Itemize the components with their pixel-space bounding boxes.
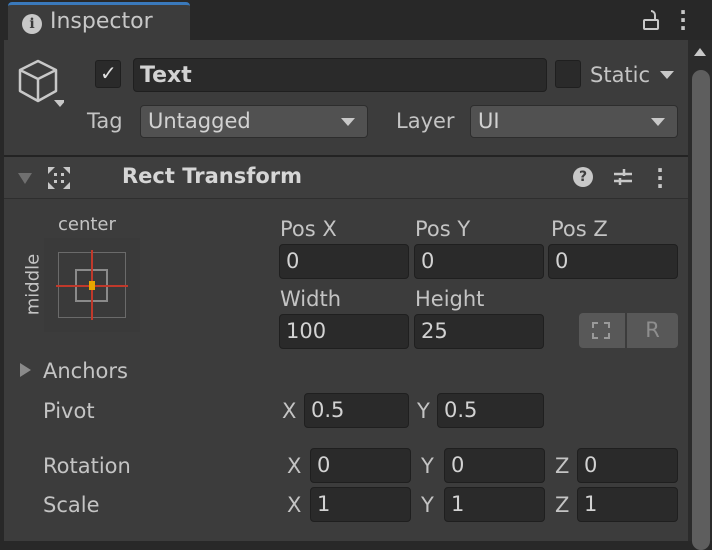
scale-x-label[interactable]: X: [287, 492, 301, 518]
anchors-foldout-icon[interactable]: [20, 363, 31, 377]
raw-edit-label: R: [645, 318, 660, 342]
chevron-down-icon: [660, 71, 674, 79]
rotation-x-input[interactable]: 0: [310, 448, 411, 483]
pivot-label: Pivot: [43, 399, 95, 423]
tab-inspector[interactable]: i Inspector: [8, 2, 190, 42]
pos-x-label: Pos X: [280, 217, 337, 241]
rotation-x-label[interactable]: X: [287, 453, 301, 479]
tag-label: Tag: [87, 109, 123, 133]
scale-z-input[interactable]: 1: [577, 487, 678, 522]
height-input[interactable]: 25: [414, 314, 544, 349]
rect-transform-icon: [48, 167, 70, 189]
rotation-z-label[interactable]: Z: [555, 453, 569, 479]
lock-icon[interactable]: [643, 10, 659, 30]
foldout-expanded-icon[interactable]: [18, 173, 32, 184]
scale-x-input[interactable]: 1: [310, 487, 411, 522]
gameobject-cube-icon[interactable]: [16, 58, 66, 113]
layer-value: UI: [478, 109, 500, 133]
pos-x-input[interactable]: 0: [279, 244, 409, 279]
height-label: Height: [415, 287, 485, 311]
rotation-y-input[interactable]: 0: [444, 448, 545, 483]
rotation-z-input[interactable]: 0: [577, 448, 678, 483]
static-dropdown[interactable]: Static: [590, 62, 680, 88]
anchor-vertical-label: middle: [22, 253, 44, 316]
static-label: Static: [590, 63, 651, 87]
pos-y-input[interactable]: 0: [414, 244, 544, 279]
help-icon[interactable]: ?: [573, 167, 593, 187]
checkmark-icon: ✓: [100, 61, 117, 85]
scroll-up-icon[interactable]: [694, 48, 706, 56]
scale-y-input[interactable]: 1: [444, 487, 545, 522]
more-menu-icon[interactable]: · · ·: [678, 2, 688, 38]
tab-title: Inspector: [50, 9, 153, 34]
raw-edit-button[interactable]: R: [627, 313, 678, 348]
layer-dropdown[interactable]: UI: [470, 105, 678, 138]
pivot-x-label[interactable]: X: [282, 398, 296, 424]
component-menu-icon[interactable]: · · ·: [655, 160, 665, 196]
chevron-down-icon: [651, 118, 665, 126]
anchor-presets-button[interactable]: [44, 238, 140, 332]
object-name-input[interactable]: Text: [133, 58, 547, 92]
presets-icon[interactable]: [612, 166, 634, 188]
component-header[interactable]: Rect Transform ? · · ·: [4, 157, 688, 199]
scale-y-label[interactable]: Y: [421, 492, 434, 518]
anchors-label[interactable]: Anchors: [43, 358, 128, 384]
info-icon: i: [22, 14, 42, 34]
scale-label: Scale: [43, 493, 100, 517]
rotation-label: Rotation: [43, 454, 131, 478]
pivot-y-input[interactable]: 0.5: [437, 393, 544, 428]
blueprint-icon: [592, 322, 610, 339]
pivot-dot: [89, 281, 95, 290]
pos-z-label: Pos Z: [551, 217, 608, 241]
layer-label: Layer: [396, 109, 455, 133]
scrollbar-thumb[interactable]: [692, 70, 710, 550]
chevron-down-icon: [341, 118, 355, 126]
pos-y-label: Pos Y: [415, 217, 471, 241]
static-checkbox[interactable]: [555, 60, 581, 88]
anchor-horizontal-label: center: [58, 214, 116, 235]
scale-z-label[interactable]: Z: [555, 492, 569, 518]
scrollbar[interactable]: [688, 40, 712, 550]
active-checkbox[interactable]: ✓: [95, 60, 121, 88]
tag-value: Untagged: [148, 109, 251, 133]
pivot-y-label[interactable]: Y: [417, 398, 430, 424]
pivot-x-input[interactable]: 0.5: [304, 393, 409, 428]
rotation-y-label[interactable]: Y: [421, 453, 434, 479]
component-title: Rect Transform: [122, 164, 303, 188]
pos-z-input[interactable]: 0: [548, 244, 678, 279]
width-label: Width: [280, 287, 342, 311]
tag-dropdown[interactable]: Untagged: [140, 105, 368, 138]
blueprint-mode-button[interactable]: [579, 313, 625, 348]
width-input[interactable]: 100: [279, 314, 409, 349]
